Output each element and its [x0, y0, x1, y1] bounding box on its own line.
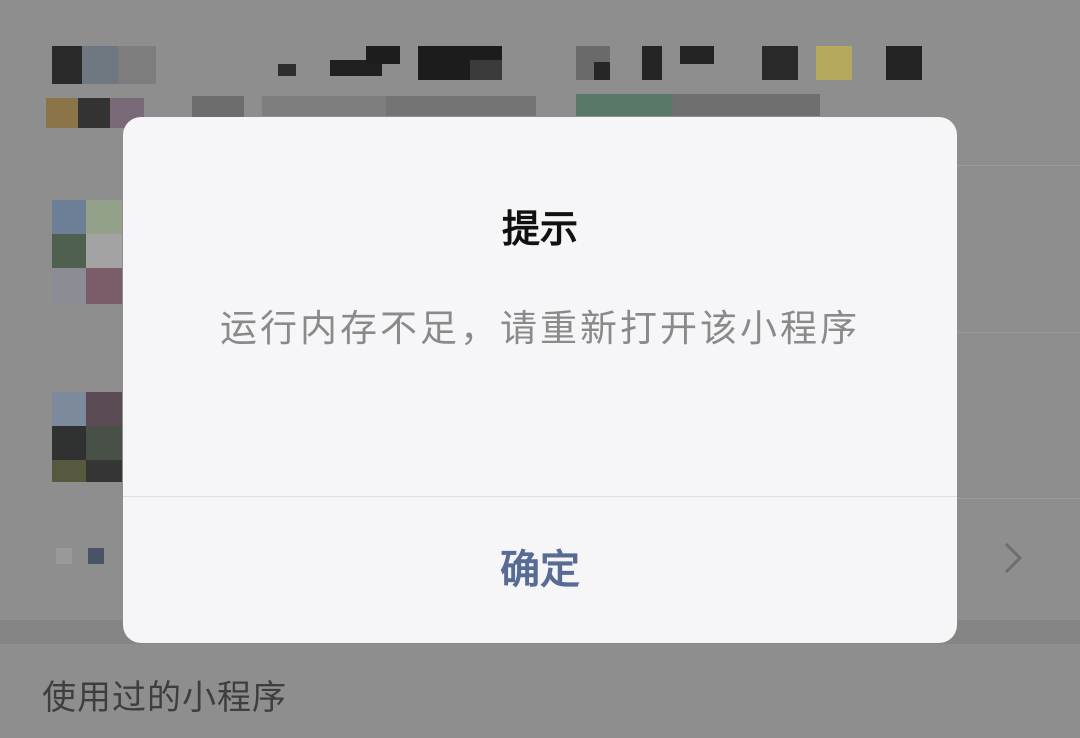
dialog-title: 提示: [501, 207, 578, 251]
section-label: 使用过的小程序: [42, 678, 287, 718]
chevron-right-icon: [1004, 542, 1023, 574]
dialog-message: 运行内存不足，请重新打开该小程序: [220, 307, 860, 350]
confirm-button[interactable]: 确定: [123, 497, 957, 643]
